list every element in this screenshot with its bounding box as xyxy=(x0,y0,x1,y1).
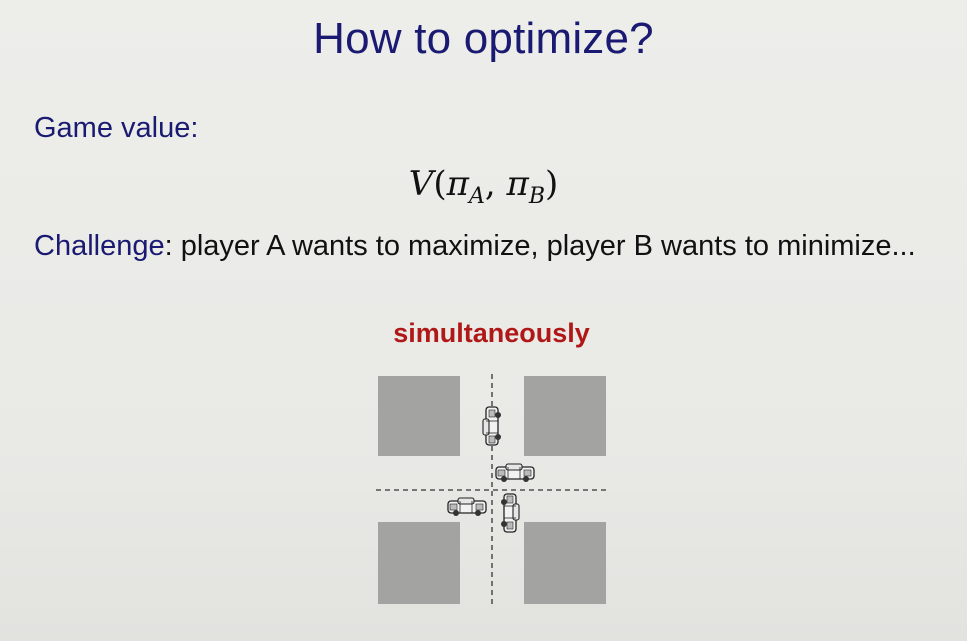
formula-pi-b: π xyxy=(506,164,529,204)
formula-separator: , xyxy=(484,164,507,204)
game-value-formula: V(πA, πB) xyxy=(0,164,967,209)
formula-sub-a: A xyxy=(468,184,485,209)
city-block-bottom-left xyxy=(378,522,460,604)
game-value-label: Game value: xyxy=(34,112,199,144)
car-westbound xyxy=(495,463,535,483)
car-eastbound xyxy=(447,497,487,517)
challenge-body: : player A wants to maximize, player B w… xyxy=(164,230,916,262)
car-southbound xyxy=(500,493,520,533)
simultaneously-label: simultaneously xyxy=(393,318,590,348)
formula-open-paren: ( xyxy=(433,164,447,204)
intersection-illustration xyxy=(376,374,608,606)
challenge-keyword: Challenge xyxy=(34,230,165,262)
city-block-top-left xyxy=(378,376,460,456)
city-block-bottom-right xyxy=(524,522,606,604)
formula-function: V xyxy=(408,164,434,204)
slide-title: How to optimize? xyxy=(313,14,654,63)
city-block-top-right xyxy=(524,376,606,456)
formula-sub-b: B xyxy=(528,184,545,209)
car-northbound xyxy=(482,406,502,446)
challenge-text: Challenge: player A wants to maximize, p… xyxy=(34,226,934,267)
formula-close-paren: ) xyxy=(544,164,559,204)
formula-pi-a: π xyxy=(446,164,469,204)
